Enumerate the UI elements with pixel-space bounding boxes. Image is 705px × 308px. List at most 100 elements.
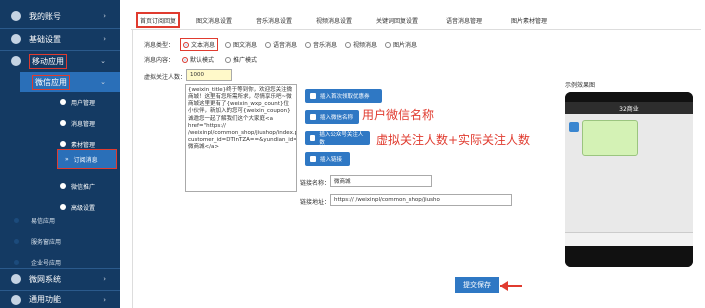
tab-voice-message[interactable]: 语音消息管理 — [446, 12, 482, 28]
sidebar-item-wechat-apps[interactable]: 微信应用 ⌄ — [20, 72, 120, 92]
radio-label: 图文消息 — [233, 42, 258, 49]
radio-label: 文本消息 — [191, 42, 216, 49]
users-icon — [60, 99, 66, 105]
radio-icon — [265, 41, 271, 48]
sidebar-item-service-window[interactable]: 服务窗应用 — [0, 231, 120, 251]
sidebar-subitem-users[interactable]: 用户管理 — [0, 91, 120, 113]
radio-label: 语音消息 — [273, 42, 298, 49]
tab-label: 音乐消息设置 — [256, 17, 293, 25]
pen-icon — [310, 156, 316, 162]
virtual-follow-input[interactable]: 1000 — [186, 69, 232, 81]
sidebar-item-label: 基础设置 — [29, 34, 61, 44]
button-label: 插入链接 — [320, 157, 343, 163]
virtual-follow-label: 虚拟关注人数： — [144, 74, 187, 81]
tab-keyword-reply[interactable]: 关键词回复设置 — [376, 12, 418, 28]
radio-image-message[interactable]: 图片消息 — [385, 40, 417, 49]
double-chevron-icon: » — [65, 155, 69, 163]
status-bar — [565, 92, 693, 102]
radio-icon — [182, 56, 188, 63]
input-value: 微商城 — [334, 179, 351, 185]
tab-label: 视频消息设置 — [316, 17, 353, 25]
sidebar-item-micro-web[interactable]: 微网系统 › — [0, 269, 120, 289]
button-label: 插入微信名称 — [320, 115, 354, 121]
tab-label: 图片素材管理 — [511, 17, 548, 25]
avatar — [569, 122, 579, 132]
apps-icon — [11, 56, 21, 66]
chat-bubble — [582, 120, 638, 156]
materials-icon — [60, 141, 66, 147]
chevron-right-icon: › — [103, 35, 106, 43]
tab-image-material[interactable]: 图片素材管理 — [511, 12, 547, 28]
tab-label: 首页订阅回复 — [140, 17, 177, 25]
button-label: 插入公众号关注人数 — [319, 132, 364, 146]
bullet-icon — [14, 238, 19, 244]
button-label: 提交保存 — [463, 281, 491, 289]
radio-label: 音乐消息 — [313, 42, 338, 49]
user-icon — [11, 11, 21, 21]
pen-icon — [310, 114, 316, 120]
radio-label: 推广模式 — [233, 57, 258, 64]
sidebar-subitem-label: 用户管理 — [71, 99, 96, 107]
tab-music-message[interactable]: 音乐消息设置 — [256, 12, 292, 28]
input-value: https:// /weixinpl/common_shop/jiusho — [334, 197, 440, 203]
tools-icon — [11, 294, 21, 305]
sidebar-subitem-promotion[interactable]: 微信推广 — [0, 175, 120, 197]
sidebar-subitem-subscribe-message[interactable]: » 订阅消息 — [57, 149, 117, 169]
gear-icon — [11, 34, 21, 44]
submit-button[interactable]: 提交保存 — [455, 277, 499, 293]
msg-type-label: 消息类型： — [144, 42, 175, 49]
annotation-follow-count: 虚拟关注人数+实际关注人数 — [376, 133, 531, 147]
button-label: 插入首次领取优惠券 — [320, 94, 370, 100]
chat-title: 32商业 — [619, 105, 639, 113]
chevron-right-icon: › — [103, 275, 106, 283]
radio-icon — [305, 41, 311, 48]
nav-bar — [565, 246, 693, 267]
link-url-input[interactable]: https:// /weixinpl/common_shop/jiusho — [330, 194, 512, 206]
chat-header: 32商业 — [565, 102, 693, 114]
chevron-down-icon: ⌄ — [100, 78, 106, 86]
message-textarea[interactable]: {weixin_title}终于等到你，欢迎您关注微商城！这里有您所需所求，尽情… — [185, 84, 297, 192]
link-name-input[interactable]: 微商城 — [330, 175, 432, 187]
annotation-wechat-name: 用户微信名称 — [362, 108, 435, 122]
sidebar-subitem-label: 消息管理 — [71, 120, 96, 128]
sidebar-item-yixin[interactable]: 易信应用 — [0, 210, 120, 230]
radio-icon — [225, 56, 231, 63]
bullet-icon — [14, 259, 19, 265]
chevron-down-icon: ⌄ — [100, 57, 106, 65]
tab-label: 关键词回复设置 — [376, 17, 419, 25]
radio-default-mode[interactable]: 默认模式 — [182, 55, 214, 64]
radio-promotion-mode[interactable]: 推广模式 — [225, 55, 257, 64]
radio-text-message[interactable]: 文本消息 — [180, 38, 219, 51]
message-icon — [60, 120, 66, 126]
sidebar-item-common-functions[interactable]: 通用功能 › — [0, 291, 120, 308]
input-value: 1000 — [190, 72, 204, 78]
insert-wechat-name-button[interactable]: 插入微信名称 — [305, 110, 359, 124]
sidebar-item-account[interactable]: 我的账号 › — [0, 6, 120, 26]
insert-link-button[interactable]: 插入链接 — [305, 152, 350, 166]
radio-news-message[interactable]: 图文消息 — [225, 40, 257, 49]
chat-menu — [565, 232, 693, 246]
link-url-label: 链接地址： — [300, 199, 331, 206]
tab-label: 语音消息管理 — [446, 17, 483, 25]
radio-music-message[interactable]: 音乐消息 — [305, 40, 337, 49]
bullet-icon — [14, 217, 19, 223]
sidebar-item-label: 我的账号 — [29, 11, 61, 21]
sidebar-item-label: 企业号应用 — [31, 259, 62, 267]
tab-news-message[interactable]: 图文消息设置 — [196, 12, 232, 28]
radio-icon — [225, 41, 231, 48]
link-name-label: 链接名称： — [300, 180, 331, 187]
sidebar-subitem-messages[interactable]: 消息管理 — [0, 112, 120, 134]
radio-voice-message[interactable]: 语音消息 — [265, 40, 297, 49]
sidebar-item-label: 易信应用 — [31, 217, 56, 225]
sidebar-item-basic-settings[interactable]: 基础设置 › — [0, 29, 120, 49]
radio-icon — [183, 41, 189, 48]
tab-video-message[interactable]: 视频消息设置 — [316, 12, 352, 28]
sidebar-subitem-label: 微信推广 — [71, 183, 96, 191]
chat-area — [565, 114, 693, 232]
insert-follow-count-button[interactable]: 插入公众号关注人数 — [305, 131, 370, 146]
insert-coupon-button[interactable]: 插入首次领取优惠券 — [305, 89, 382, 103]
radio-video-message[interactable]: 视频消息 — [345, 40, 377, 49]
arrow-head-icon — [500, 281, 508, 291]
sidebar-item-mobile-apps[interactable]: 移动应用 ⌄ — [0, 51, 120, 71]
tab-home-subscribe[interactable]: 首页订阅回复 — [136, 12, 181, 28]
